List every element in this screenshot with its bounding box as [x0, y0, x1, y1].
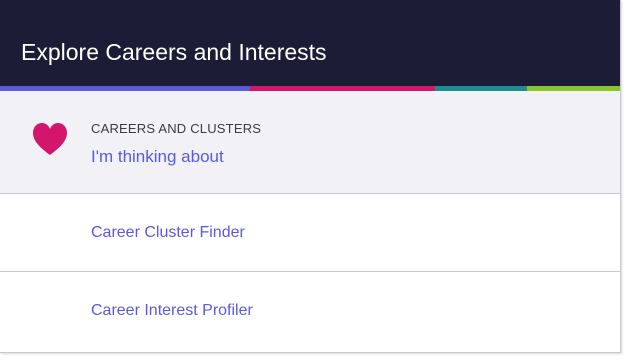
careers-and-clusters-row: CAREERS AND CLUSTERS I'm thinking about [0, 91, 620, 194]
career-interest-profiler-link[interactable]: Career Interest Profiler [91, 302, 253, 320]
list-item-career-interest-profiler[interactable]: Career Interest Profiler [0, 272, 620, 352]
career-cluster-finder-link[interactable]: Career Cluster Finder [91, 224, 245, 242]
panel-title: Explore Careers and Interests [21, 39, 327, 65]
panel-header: Explore Careers and Interests [0, 0, 620, 86]
im-thinking-about-link[interactable]: I'm thinking about [91, 147, 224, 167]
explore-careers-panel: Explore Careers and Interests CAREERS AN… [0, 0, 621, 353]
list-item-career-cluster-finder[interactable]: Career Cluster Finder [0, 194, 620, 272]
section-eyebrow: CAREERS AND CLUSTERS [91, 121, 262, 136]
heart-icon [33, 123, 67, 155]
